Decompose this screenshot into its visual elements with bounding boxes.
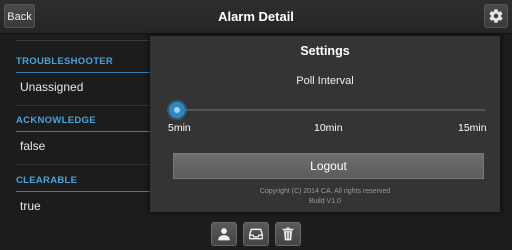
- inbox-icon: [249, 228, 263, 240]
- clearable-header: CLEARABLE: [16, 175, 150, 192]
- copyright-text: Copyright (C) 2014 CA. All rights reserv…: [259, 188, 391, 195]
- acknowledge-value: false: [20, 139, 46, 153]
- tick-label-15min: 15min: [458, 122, 487, 134]
- top-bar: Back Alarm Detail: [0, 0, 512, 34]
- divider: [16, 164, 150, 165]
- trash-icon: [282, 227, 294, 241]
- divider: [16, 105, 150, 106]
- person-icon: [218, 228, 230, 241]
- settings-popup: Settings Poll Interval 5min 10min 15min …: [150, 36, 500, 212]
- slider-thumb-dot: [174, 107, 180, 113]
- page-title: Alarm Detail: [218, 9, 294, 24]
- assign-user-button[interactable]: [211, 222, 237, 246]
- troubleshooter-value: Unassigned: [20, 80, 84, 94]
- acknowledge-header: ACKNOWLEDGE: [16, 115, 150, 132]
- divider: [16, 40, 150, 41]
- poll-interval-label: Poll Interval: [296, 75, 354, 87]
- logout-button[interactable]: Logout: [173, 153, 484, 179]
- alarm-detail-list: TROUBLESHOOTER Unassigned ACKNOWLEDGE fa…: [0, 34, 150, 220]
- poll-interval-slider-track[interactable]: [174, 109, 485, 111]
- build-version: Build V1.0: [309, 198, 341, 205]
- troubleshooter-header: TROUBLESHOOTER: [16, 56, 150, 73]
- clearable-value: true: [20, 199, 41, 213]
- bottom-toolbar: [0, 220, 512, 250]
- delete-button[interactable]: [275, 222, 301, 246]
- inbox-button[interactable]: [243, 222, 269, 246]
- gear-icon: [489, 9, 503, 23]
- settings-title: Settings: [300, 44, 350, 58]
- tick-label-5min: 5min: [168, 122, 191, 134]
- poll-interval-slider-thumb[interactable]: [169, 102, 185, 118]
- tick-label-10min: 10min: [314, 122, 343, 134]
- settings-button[interactable]: [484, 4, 508, 28]
